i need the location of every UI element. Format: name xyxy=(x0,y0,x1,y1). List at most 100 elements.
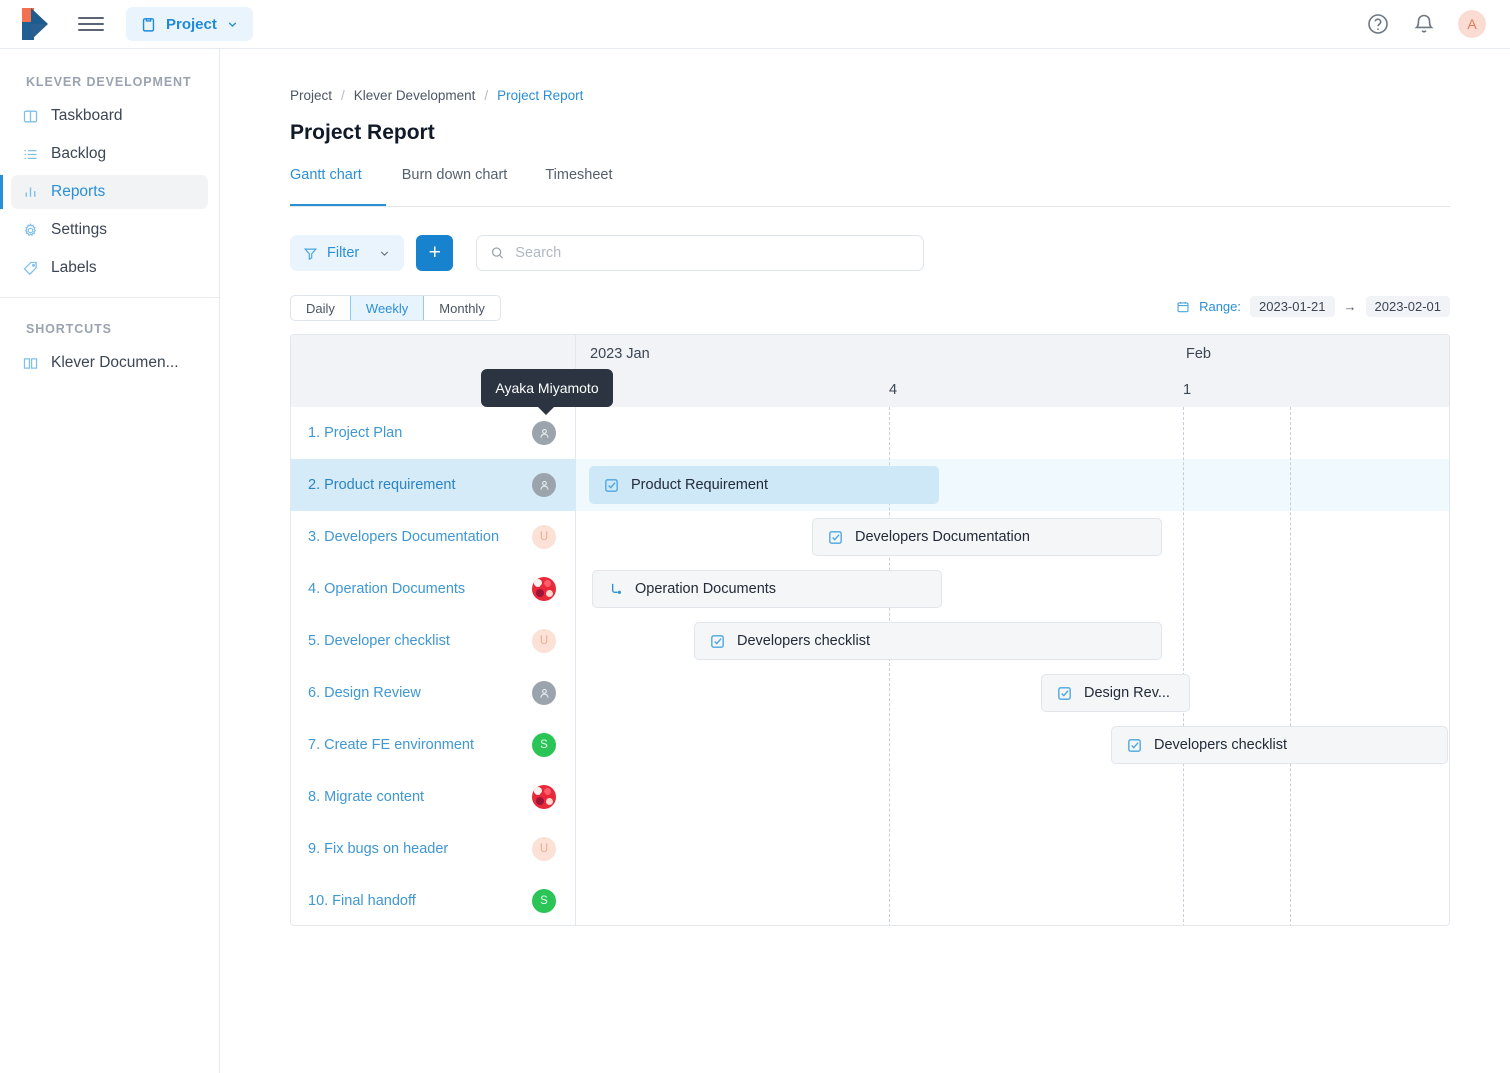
bell-icon[interactable] xyxy=(1412,12,1436,36)
range-selector: Range: 2023-01-21 → 2023-02-01 xyxy=(1176,296,1450,317)
avatar-initial[interactable]: S xyxy=(532,733,556,757)
gantt-bar-label: Developers Documentation xyxy=(855,529,1030,545)
gantt-bar-developers-checklist-1[interactable]: Developers checklist xyxy=(694,622,1162,660)
gantt-task-row[interactable]: 2. Product requirement xyxy=(291,459,576,511)
avatar-initial[interactable]: U xyxy=(532,629,556,653)
filter-button[interactable]: Filter xyxy=(290,235,405,271)
sidebar-item-backlog[interactable]: Backlog xyxy=(11,137,208,171)
logo-k-upper xyxy=(31,8,48,24)
checkbox-icon xyxy=(829,530,842,544)
gantt-month-label: Feb xyxy=(1186,346,1211,362)
avatar-initial[interactable]: S xyxy=(532,889,556,913)
gantt-gridline xyxy=(1290,407,1291,925)
sidebar-item-labels[interactable]: Labels xyxy=(11,251,208,285)
sidebar-shortcuts-title: SHORTCUTS xyxy=(26,322,112,336)
gantt-task-row[interactable]: 7. Create FE environment S xyxy=(291,719,576,771)
gantt-task-name: 6. Design Review xyxy=(308,685,421,701)
avatar-photo[interactable] xyxy=(532,785,556,809)
breadcrumb-separator: / xyxy=(341,88,345,103)
gantt-task-name: 5. Developer checklist xyxy=(308,633,450,649)
gantt-task-row[interactable]: 5. Developer checklist U xyxy=(291,615,576,667)
range-end-date[interactable]: 2023-02-01 xyxy=(1365,296,1450,317)
clipboard-icon xyxy=(142,17,155,32)
breadcrumb-item-klever-development[interactable]: Klever Development xyxy=(354,88,476,103)
gantt-bar-developers-documentation[interactable]: Developers Documentation xyxy=(812,518,1162,556)
checkbox-icon xyxy=(711,634,724,648)
range-arrow-icon: → xyxy=(1343,299,1357,314)
gantt-bar-design-review[interactable]: Design Rev... xyxy=(1041,674,1190,712)
avatar-initial[interactable]: U xyxy=(532,837,556,861)
sidebar-shortcut-klever-documentation[interactable]: Klever Documen... xyxy=(11,346,208,380)
gantt-gridline xyxy=(1183,407,1184,925)
gantt-task-name: 1. Project Plan xyxy=(308,425,403,441)
project-switcher[interactable]: Project xyxy=(126,7,253,41)
klever-logo[interactable] xyxy=(22,8,56,40)
list-icon xyxy=(24,149,37,159)
avatar-person-icon[interactable] xyxy=(532,421,556,445)
logo-k-lower xyxy=(31,24,48,40)
sidebar-item-taskboard[interactable]: Taskboard xyxy=(11,99,208,133)
gantt-task-name: 10. Final handoff xyxy=(308,893,416,909)
gantt-month-label: 2023 Jan xyxy=(590,346,650,362)
search-box[interactable] xyxy=(476,235,925,271)
checkbox-icon xyxy=(1128,738,1141,752)
gantt-bar-label: Operation Documents xyxy=(635,581,777,597)
breadcrumb-item-project-report[interactable]: Project Report xyxy=(497,88,583,103)
gantt-task-row[interactable]: 6. Design Review xyxy=(291,667,576,719)
search-icon xyxy=(492,247,504,259)
subtask-icon xyxy=(611,583,621,594)
gantt-task-row[interactable]: 10. Final handoff S xyxy=(291,875,576,925)
sidebar-item-label: Labels xyxy=(51,259,97,276)
add-button[interactable]: + xyxy=(416,235,454,271)
checkbox-icon xyxy=(1058,686,1071,700)
scale-option-daily[interactable]: Daily xyxy=(291,296,350,320)
calendar-icon xyxy=(1177,301,1189,312)
person-icon xyxy=(539,688,549,698)
tab-bar: Gantt chart Burn down chart Timesheet xyxy=(290,167,1450,207)
project-switcher-label: Project xyxy=(166,15,217,33)
breadcrumb-separator: / xyxy=(484,88,489,103)
avatar-person-icon[interactable] xyxy=(532,681,556,705)
tab-gantt-chart[interactable]: Gantt chart xyxy=(290,167,386,206)
sidebar-item-label: Settings xyxy=(51,221,108,238)
gantt-task-row[interactable]: 4. Operation Documents xyxy=(291,563,576,615)
breadcrumb-item-project[interactable]: Project xyxy=(290,88,332,103)
gantt-task-name: 3. Developers Documentation xyxy=(308,529,500,545)
gantt-bar-developers-checklist-2[interactable]: Developers checklist xyxy=(1111,726,1448,764)
chevron-down-icon xyxy=(228,21,237,27)
gantt-day-tick: 1 xyxy=(1183,382,1192,398)
gantt-task-row[interactable]: 8. Migrate content xyxy=(291,771,576,823)
search-input[interactable] xyxy=(515,245,911,261)
gantt-task-name: 2. Product requirement xyxy=(308,477,456,493)
avatar-person-icon[interactable] xyxy=(532,473,556,497)
page-title: Project Report xyxy=(290,121,435,144)
scale-option-weekly[interactable]: Weekly xyxy=(349,296,425,320)
sidebar-item-label: Backlog xyxy=(51,145,107,162)
sidebar: KLEVER DEVELOPMENT Taskboard Backlog Rep… xyxy=(0,49,220,1073)
help-circle-icon[interactable] xyxy=(1366,12,1390,36)
avatar-photo[interactable] xyxy=(532,577,556,601)
main-content: Project / Klever Development / Project R… xyxy=(220,49,1510,1073)
sidebar-section-title: KLEVER DEVELOPMENT xyxy=(26,75,192,89)
sidebar-item-label: Reports xyxy=(51,183,106,200)
avatar-initial[interactable]: U xyxy=(532,525,556,549)
assignee-tooltip: Ayaka Miyamoto xyxy=(481,369,613,415)
person-icon xyxy=(539,428,549,438)
menu-toggle-icon[interactable] xyxy=(78,14,104,34)
gantt-bar-product-requirement[interactable]: Product Requirement xyxy=(589,466,939,504)
gantt-task-name: 7. Create FE environment xyxy=(308,737,475,753)
book-icon xyxy=(23,357,38,369)
scale-option-monthly[interactable]: Monthly xyxy=(424,296,500,320)
range-start-date[interactable]: 2023-01-21 xyxy=(1250,296,1335,317)
person-icon xyxy=(539,480,549,490)
user-avatar[interactable]: A xyxy=(1458,10,1486,38)
gantt-task-row[interactable]: 3. Developers Documentation U xyxy=(291,511,576,563)
sidebar-item-settings[interactable]: Settings xyxy=(11,213,208,247)
funnel-icon xyxy=(303,248,318,260)
gantt-task-row[interactable]: 9. Fix bugs on header U xyxy=(291,823,576,875)
tab-timesheet[interactable]: Timesheet xyxy=(545,167,628,206)
gantt-bar-operation-documents[interactable]: Operation Documents xyxy=(592,570,942,608)
gantt-task-row[interactable]: 1. Project Plan xyxy=(291,407,576,459)
tab-burn-down-chart[interactable]: Burn down chart xyxy=(402,167,524,206)
sidebar-item-reports[interactable]: Reports xyxy=(11,175,208,209)
